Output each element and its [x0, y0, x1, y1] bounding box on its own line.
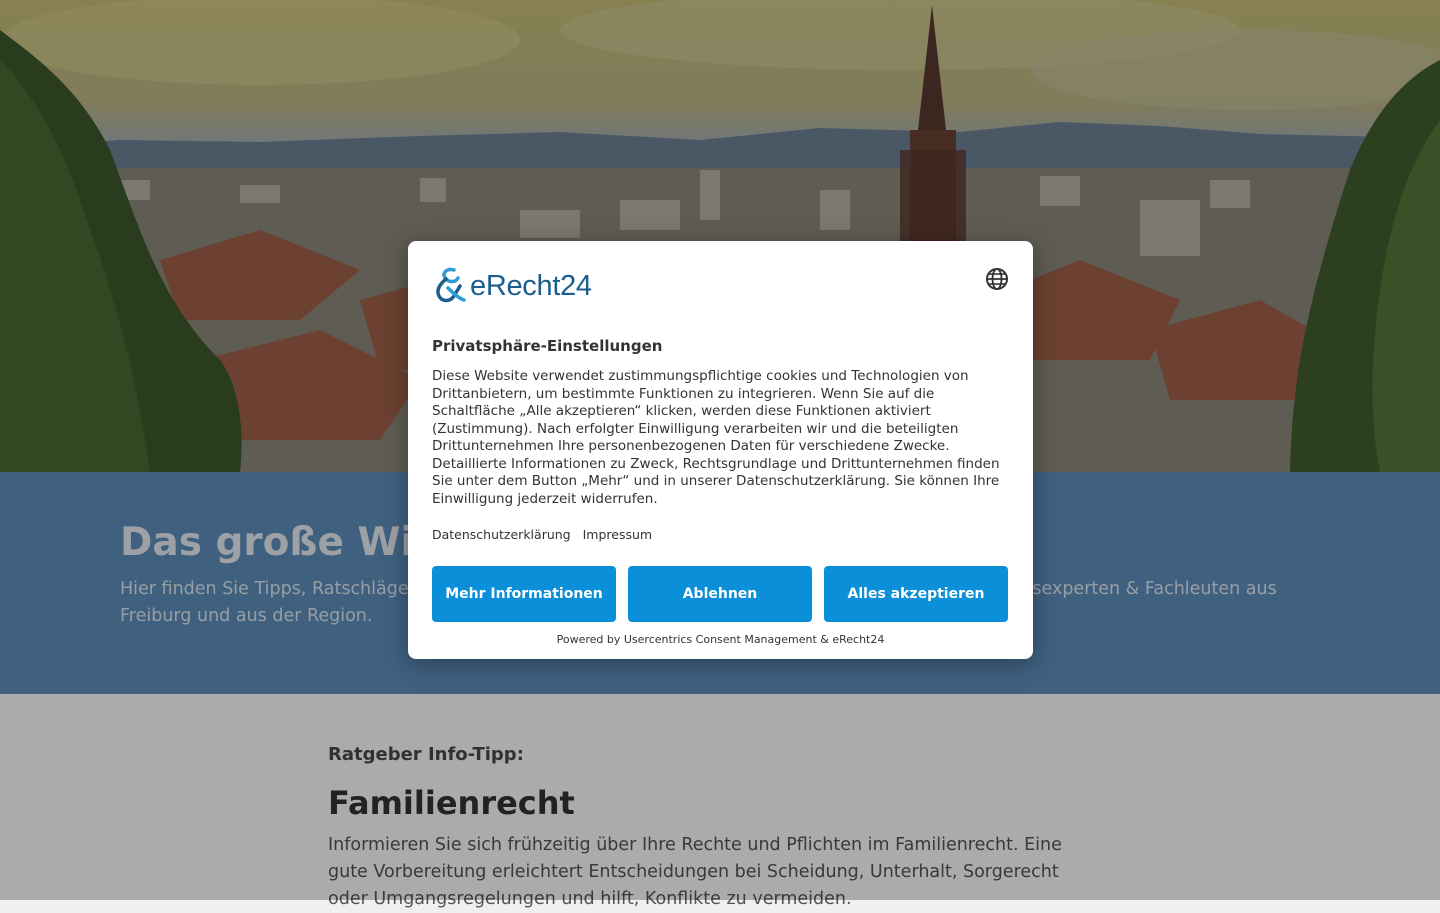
more-info-button[interactable]: Mehr Informationen: [432, 566, 616, 622]
erecht24-logo: eRecht24: [432, 265, 602, 307]
consent-dialog: eRecht24 Privatsphäre-Einstellungen Dies…: [408, 241, 1033, 659]
privacy-policy-link[interactable]: Datenschutzerklärung: [432, 527, 571, 542]
erecht24-logo-icon: [436, 267, 466, 303]
powered-by: Powered by Usercentrics Consent Manageme…: [556, 633, 885, 646]
consent-title: Privatsphäre-Einstellungen: [432, 337, 663, 355]
consent-links: Datenschutzerklärung Impressum: [432, 527, 652, 542]
globe-icon: [986, 268, 1008, 290]
deny-button[interactable]: Ablehnen: [628, 566, 812, 622]
accept-all-button[interactable]: Alles akzeptieren: [824, 566, 1008, 622]
consent-body: Diese Website verwendet zustimmungspflic…: [432, 368, 1000, 507]
language-button[interactable]: [984, 266, 1010, 292]
imprint-link[interactable]: Impressum: [583, 527, 652, 542]
logo-text: eRecht24: [470, 269, 592, 302]
